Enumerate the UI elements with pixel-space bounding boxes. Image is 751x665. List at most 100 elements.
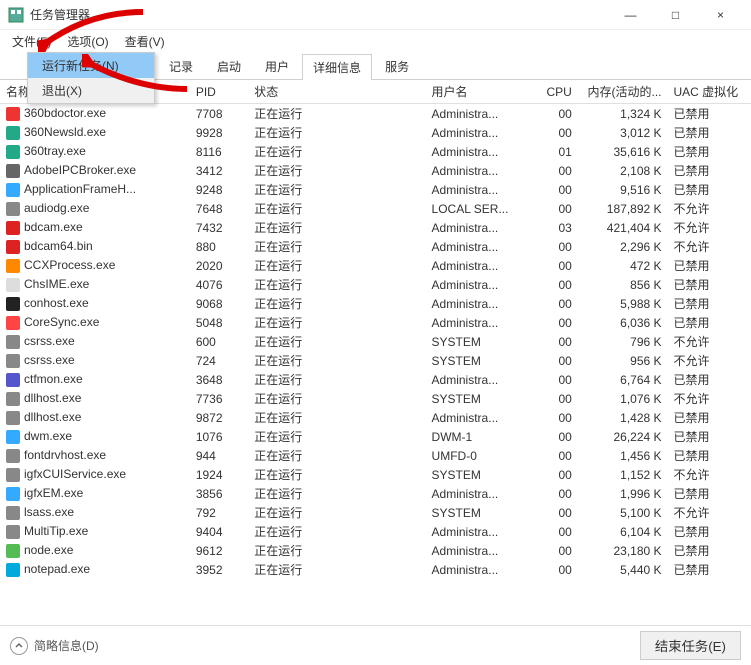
process-uac: 已禁用 <box>668 560 751 579</box>
process-mem: 35,616 K <box>578 142 668 161</box>
table-row[interactable]: MultiTip.exe9404正在运行Administra...006,104… <box>0 522 751 541</box>
col-uac[interactable]: UAC 虚拟化 <box>668 80 751 104</box>
process-status: 正在运行 <box>248 123 425 142</box>
col-status[interactable]: 状态 <box>248 80 425 104</box>
process-name: fontdrvhost.exe <box>24 448 106 462</box>
table-row[interactable]: CoreSync.exe5048正在运行Administra...006,036… <box>0 313 751 332</box>
process-name: csrss.exe <box>24 353 75 367</box>
minimize-button[interactable]: — <box>608 0 653 30</box>
process-cpu: 00 <box>536 370 578 389</box>
process-mem: 472 K <box>578 256 668 275</box>
chevron-up-icon <box>10 637 28 655</box>
tab-details[interactable]: 详细信息 <box>302 54 372 80</box>
tab-startup[interactable]: 启动 <box>206 53 252 79</box>
process-name: 360bdoctor.exe <box>24 106 106 120</box>
process-icon <box>6 240 20 254</box>
process-name: 360tray.exe <box>24 144 86 158</box>
process-uac: 已禁用 <box>668 370 751 389</box>
table-row[interactable]: 360bdoctor.exe7708正在运行Administra...001,3… <box>0 104 751 124</box>
table-row[interactable]: fontdrvhost.exe944正在运行UMFD-0001,456 K已禁用 <box>0 446 751 465</box>
process-cpu: 00 <box>536 237 578 256</box>
col-pid[interactable]: PID <box>190 80 248 104</box>
process-table-container[interactable]: 名称 PID 状态 用户名 CPU 内存(活动的... UAC 虚拟化 360b… <box>0 80 751 620</box>
process-uac: 不允许 <box>668 351 751 370</box>
table-row[interactable]: ApplicationFrameH...9248正在运行Administra..… <box>0 180 751 199</box>
process-pid: 7708 <box>190 104 248 124</box>
process-name: 360Newsld.exe <box>24 125 106 139</box>
process-mem: 5,988 K <box>578 294 668 313</box>
table-row[interactable]: lsass.exe792正在运行SYSTEM005,100 K不允许 <box>0 503 751 522</box>
process-pid: 7432 <box>190 218 248 237</box>
process-mem: 23,180 K <box>578 541 668 560</box>
process-pid: 792 <box>190 503 248 522</box>
process-mem: 6,036 K <box>578 313 668 332</box>
process-uac: 不允许 <box>668 332 751 351</box>
table-row[interactable]: node.exe9612正在运行Administra...0023,180 K已… <box>0 541 751 560</box>
process-user: Administra... <box>426 522 537 541</box>
table-row[interactable]: ChsIME.exe4076正在运行Administra...00856 K已禁… <box>0 275 751 294</box>
tab-users[interactable]: 用户 <box>254 53 300 79</box>
process-uac: 已禁用 <box>668 123 751 142</box>
process-cpu: 00 <box>536 446 578 465</box>
table-row[interactable]: ctfmon.exe3648正在运行Administra...006,764 K… <box>0 370 751 389</box>
tab-history[interactable]: 记录 <box>158 53 204 79</box>
process-cpu: 00 <box>536 484 578 503</box>
process-status: 正在运行 <box>248 275 425 294</box>
process-mem: 421,404 K <box>578 218 668 237</box>
table-row[interactable]: conhost.exe9068正在运行Administra...005,988 … <box>0 294 751 313</box>
process-status: 正在运行 <box>248 199 425 218</box>
process-cpu: 00 <box>536 541 578 560</box>
table-row[interactable]: dllhost.exe9872正在运行Administra...001,428 … <box>0 408 751 427</box>
process-icon <box>6 449 20 463</box>
statusbar: 简略信息(D) 结束任务(E) <box>0 625 751 665</box>
fewer-details-button[interactable]: 简略信息(D) <box>10 637 99 655</box>
menu-exit[interactable]: 退出(X) <box>28 78 154 103</box>
table-row[interactable]: igfxEM.exe3856正在运行Administra...001,996 K… <box>0 484 751 503</box>
table-row[interactable]: audiodg.exe7648正在运行LOCAL SER...00187,892… <box>0 199 751 218</box>
table-row[interactable]: notepad.exe3952正在运行Administra...005,440 … <box>0 560 751 579</box>
col-user[interactable]: 用户名 <box>426 80 537 104</box>
process-status: 正在运行 <box>248 142 425 161</box>
process-pid: 1924 <box>190 465 248 484</box>
process-name: node.exe <box>24 543 73 557</box>
process-uac: 已禁用 <box>668 142 751 161</box>
table-row[interactable]: AdobeIPCBroker.exe3412正在运行Administra...0… <box>0 161 751 180</box>
process-name: AdobeIPCBroker.exe <box>24 163 136 177</box>
table-row[interactable]: 360Newsld.exe9928正在运行Administra...003,01… <box>0 123 751 142</box>
process-cpu: 00 <box>536 332 578 351</box>
menu-file[interactable]: 文件(F) <box>4 31 59 52</box>
process-name: bdcam.exe <box>24 220 83 234</box>
process-user: Administra... <box>426 104 537 124</box>
menu-options[interactable]: 选项(O) <box>59 31 116 52</box>
col-cpu[interactable]: CPU <box>536 80 578 104</box>
process-cpu: 00 <box>536 275 578 294</box>
table-row[interactable]: CCXProcess.exe2020正在运行Administra...00472… <box>0 256 751 275</box>
table-row[interactable]: 360tray.exe8116正在运行Administra...0135,616… <box>0 142 751 161</box>
table-row[interactable]: bdcam.exe7432正在运行Administra...03421,404 … <box>0 218 751 237</box>
file-menu-dropdown: 运行新任务(N) 退出(X) <box>27 52 155 104</box>
tab-services[interactable]: 服务 <box>374 53 420 79</box>
process-mem: 1,456 K <box>578 446 668 465</box>
table-row[interactable]: bdcam64.bin880正在运行Administra...002,296 K… <box>0 237 751 256</box>
process-user: Administra... <box>426 541 537 560</box>
table-row[interactable]: csrss.exe600正在运行SYSTEM00796 K不允许 <box>0 332 751 351</box>
process-name: csrss.exe <box>24 334 75 348</box>
col-mem[interactable]: 内存(活动的... <box>578 80 668 104</box>
table-row[interactable]: igfxCUIService.exe1924正在运行SYSTEM001,152 … <box>0 465 751 484</box>
maximize-button[interactable]: □ <box>653 0 698 30</box>
process-mem: 1,076 K <box>578 389 668 408</box>
table-row[interactable]: dllhost.exe7736正在运行SYSTEM001,076 K不允许 <box>0 389 751 408</box>
process-status: 正在运行 <box>248 465 425 484</box>
process-status: 正在运行 <box>248 446 425 465</box>
menu-run-new-task[interactable]: 运行新任务(N) <box>28 53 154 78</box>
menu-view[interactable]: 查看(V) <box>117 31 173 52</box>
process-icon <box>6 506 20 520</box>
table-row[interactable]: dwm.exe1076正在运行DWM-10026,224 K已禁用 <box>0 427 751 446</box>
close-button[interactable]: × <box>698 0 743 30</box>
table-row[interactable]: csrss.exe724正在运行SYSTEM00956 K不允许 <box>0 351 751 370</box>
process-user: Administra... <box>426 237 537 256</box>
process-name: CCXProcess.exe <box>24 258 115 272</box>
process-pid: 9068 <box>190 294 248 313</box>
process-status: 正在运行 <box>248 541 425 560</box>
end-task-button[interactable]: 结束任务(E) <box>640 631 741 660</box>
